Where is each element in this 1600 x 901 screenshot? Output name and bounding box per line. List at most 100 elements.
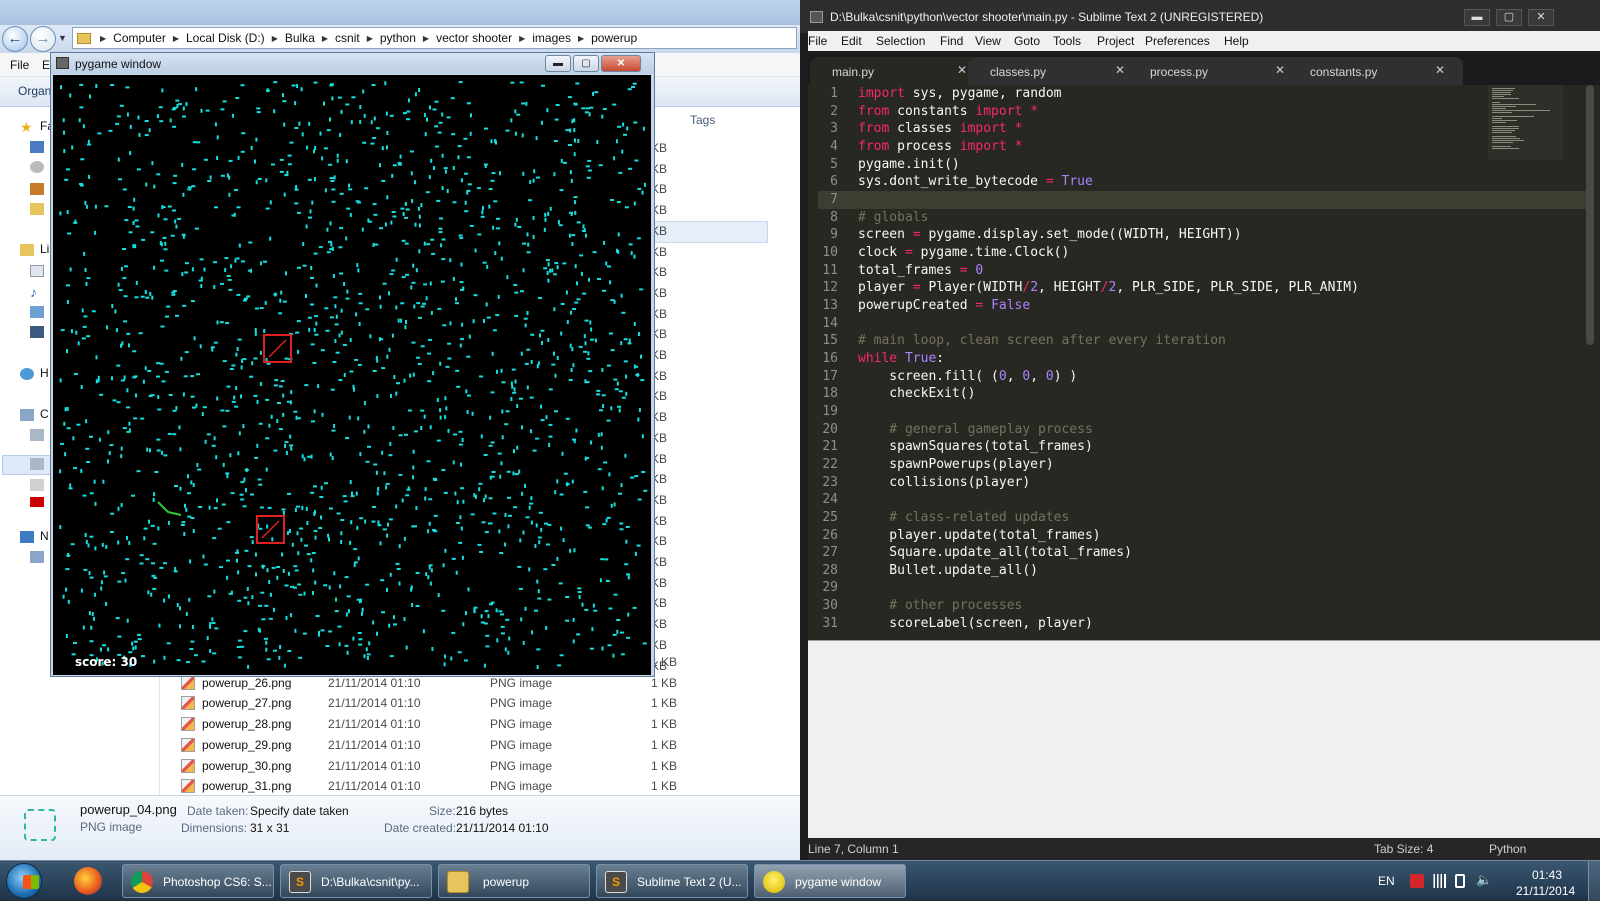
language-indicator[interactable]: EN	[1378, 874, 1395, 888]
breadcrumb-local-disk[interactable]: Local Disk (D:)	[186, 31, 265, 45]
code-line[interactable]: screen.fill( (0, 0, 0) )	[858, 369, 1077, 384]
sublime-close-button[interactable]: ✕	[1528, 9, 1554, 26]
network-computer-icon[interactable]	[30, 551, 44, 563]
drive-icon[interactable]	[30, 429, 44, 441]
menu-file[interactable]: File	[10, 58, 29, 72]
forward-button[interactable]: →	[30, 26, 56, 52]
code-line[interactable]: from constants import *	[858, 104, 1038, 119]
file-row[interactable]: powerup_27.png 21/11/2014 01:10 PNG image 1…	[175, 693, 795, 713]
libraries-icon[interactable]	[20, 244, 34, 256]
menu-find[interactable]: Find	[940, 34, 963, 48]
code-line[interactable]: while True:	[858, 351, 944, 366]
code-line[interactable]: scoreLabel(screen, player)	[858, 616, 1093, 631]
chevron-right-icon[interactable]: ▶	[423, 34, 429, 43]
volume-icon[interactable]: 🔈	[1476, 872, 1492, 887]
tab-classes-py[interactable]: classes.py ✕	[968, 57, 1143, 85]
taskbar-item-photoshop[interactable]: Photoshop CS6: S...	[122, 864, 274, 898]
syntax-indicator[interactable]: Python	[1489, 842, 1526, 856]
documents-icon[interactable]	[30, 265, 44, 277]
taskbar-item-powerup-folder[interactable]: powerup	[438, 864, 590, 898]
menu-preferences[interactable]: Preferences	[1145, 34, 1210, 48]
column-header-tags[interactable]: Tags	[690, 113, 715, 127]
code-line[interactable]: pygame.init()	[858, 157, 960, 172]
code-line[interactable]: # globals	[858, 210, 928, 225]
code-line[interactable]: # class-related updates	[858, 510, 1069, 525]
code-line[interactable]: screen = pygame.display.set_mode((WIDTH,…	[858, 227, 1242, 242]
menu-project[interactable]: Project	[1097, 34, 1134, 48]
sublime-titlebar[interactable]: D:\Bulka\csnit\python\vector shooter\mai…	[800, 0, 1600, 33]
file-row[interactable]: powerup_30.png 21/11/2014 01:10 PNG image 1…	[175, 756, 795, 776]
code-line[interactable]: from classes import *	[858, 121, 1022, 136]
code-line[interactable]: spawnSquares(total_frames)	[858, 439, 1093, 454]
tab-size-indicator[interactable]: Tab Size: 4	[1374, 842, 1433, 856]
code-line[interactable]: # general gameplay process	[858, 422, 1093, 437]
desktop-icon[interactable]	[30, 141, 44, 153]
antivirus-icon[interactable]	[1410, 874, 1424, 888]
chevron-right-icon[interactable]: ▶	[519, 34, 525, 43]
sublime-maximize-button[interactable]: ▢	[1496, 9, 1522, 26]
tab-main-py[interactable]: main.py ✕	[810, 57, 985, 85]
sublime-minimize-button[interactable]: ▬	[1464, 9, 1490, 26]
taskbar-item-pygame[interactable]: pygame window	[754, 864, 906, 898]
videos-icon[interactable]	[30, 326, 44, 338]
code-line[interactable]: clock = pygame.time.Clock()	[858, 245, 1069, 260]
network-signal-icon[interactable]	[1432, 874, 1446, 888]
code-line[interactable]: Square.update_all(total_frames)	[858, 545, 1132, 560]
code-line[interactable]: player.update(total_frames)	[858, 528, 1100, 543]
clock-date[interactable]: 21/11/2014	[1516, 884, 1575, 898]
network-icon[interactable]	[20, 531, 34, 543]
code-editor[interactable]: 1 import sys, pygame, random 2 from constan…	[808, 85, 1600, 640]
code-line[interactable]: import sys, pygame, random	[858, 86, 1062, 101]
pygame-titlebar[interactable]: pygame window ▬ ▢ ✕	[51, 53, 654, 74]
details-date-taken-value[interactable]: Specify date taken	[250, 804, 349, 818]
chevron-right-icon[interactable]: ▶	[272, 34, 278, 43]
file-row[interactable]: powerup_31.png 21/11/2014 01:10 PNG image 1…	[175, 776, 795, 796]
close-icon[interactable]: ✕	[1435, 63, 1445, 77]
menu-goto[interactable]: Goto	[1014, 34, 1040, 48]
code-line[interactable]: collisions(player)	[858, 475, 1030, 490]
clock-time[interactable]: 01:43	[1532, 868, 1562, 882]
maximize-button[interactable]: ▢	[573, 55, 599, 72]
battery-icon[interactable]	[1455, 874, 1465, 888]
breadcrumb-bulka[interactable]: Bulka	[285, 31, 315, 45]
chevron-right-icon[interactable]: ▶	[100, 34, 106, 43]
file-row[interactable]: powerup_29.png 21/11/2014 01:10 PNG image 1…	[175, 735, 795, 755]
breadcrumb-python[interactable]: python	[380, 31, 416, 45]
breadcrumb-powerup[interactable]: powerup	[591, 31, 637, 45]
breadcrumb-computer[interactable]: Computer	[113, 31, 166, 45]
downloads-icon[interactable]	[30, 183, 44, 195]
console-panel[interactable]	[808, 640, 1600, 838]
close-button[interactable]: ✕	[601, 55, 641, 72]
history-dropdown-icon[interactable]: ▼	[58, 33, 67, 43]
menu-tools[interactable]: Tools	[1053, 34, 1081, 48]
code-line[interactable]: total_frames = 0	[858, 263, 983, 278]
show-desktop-button[interactable]	[1588, 861, 1600, 901]
drive-icon[interactable]	[30, 458, 44, 470]
minimap[interactable]	[1488, 85, 1563, 160]
chevron-right-icon[interactable]: ▶	[367, 34, 373, 43]
organize-button[interactable]: Organ	[18, 84, 51, 98]
editor-scrollbar[interactable]	[1586, 85, 1594, 345]
code-line[interactable]: sys.dont_write_bytecode = True	[858, 174, 1093, 189]
code-line[interactable]: # main loop, clean screen after every it…	[858, 333, 1226, 348]
menu-view[interactable]: View	[975, 34, 1001, 48]
folder-icon[interactable]	[30, 203, 44, 215]
code-line[interactable]: spawnPowerups(player)	[858, 457, 1053, 472]
code-line[interactable]: # other processes	[858, 598, 1022, 613]
firefox-pinned[interactable]	[66, 864, 110, 898]
menu-selection[interactable]: Selection	[876, 34, 925, 48]
code-line[interactable]: checkExit()	[858, 386, 975, 401]
homegroup-icon[interactable]	[20, 368, 34, 380]
close-icon[interactable]: ✕	[957, 63, 967, 77]
menu-help[interactable]: Help	[1224, 34, 1249, 48]
back-button[interactable]: ←	[2, 26, 28, 52]
file-row[interactable]: powerup_28.png 21/11/2014 01:10 PNG image 1…	[175, 714, 795, 734]
code-line[interactable]: powerupCreated = False	[858, 298, 1030, 313]
nav-homegroup[interactable]: H	[40, 366, 49, 380]
chevron-right-icon[interactable]: ▶	[578, 34, 584, 43]
game-canvas[interactable]: score: 30	[53, 75, 651, 675]
menu-edit[interactable]: E	[42, 58, 50, 72]
adobe-icon[interactable]	[30, 497, 44, 507]
nav-libraries[interactable]: Li	[40, 242, 49, 256]
breadcrumb-images[interactable]: images	[532, 31, 571, 45]
